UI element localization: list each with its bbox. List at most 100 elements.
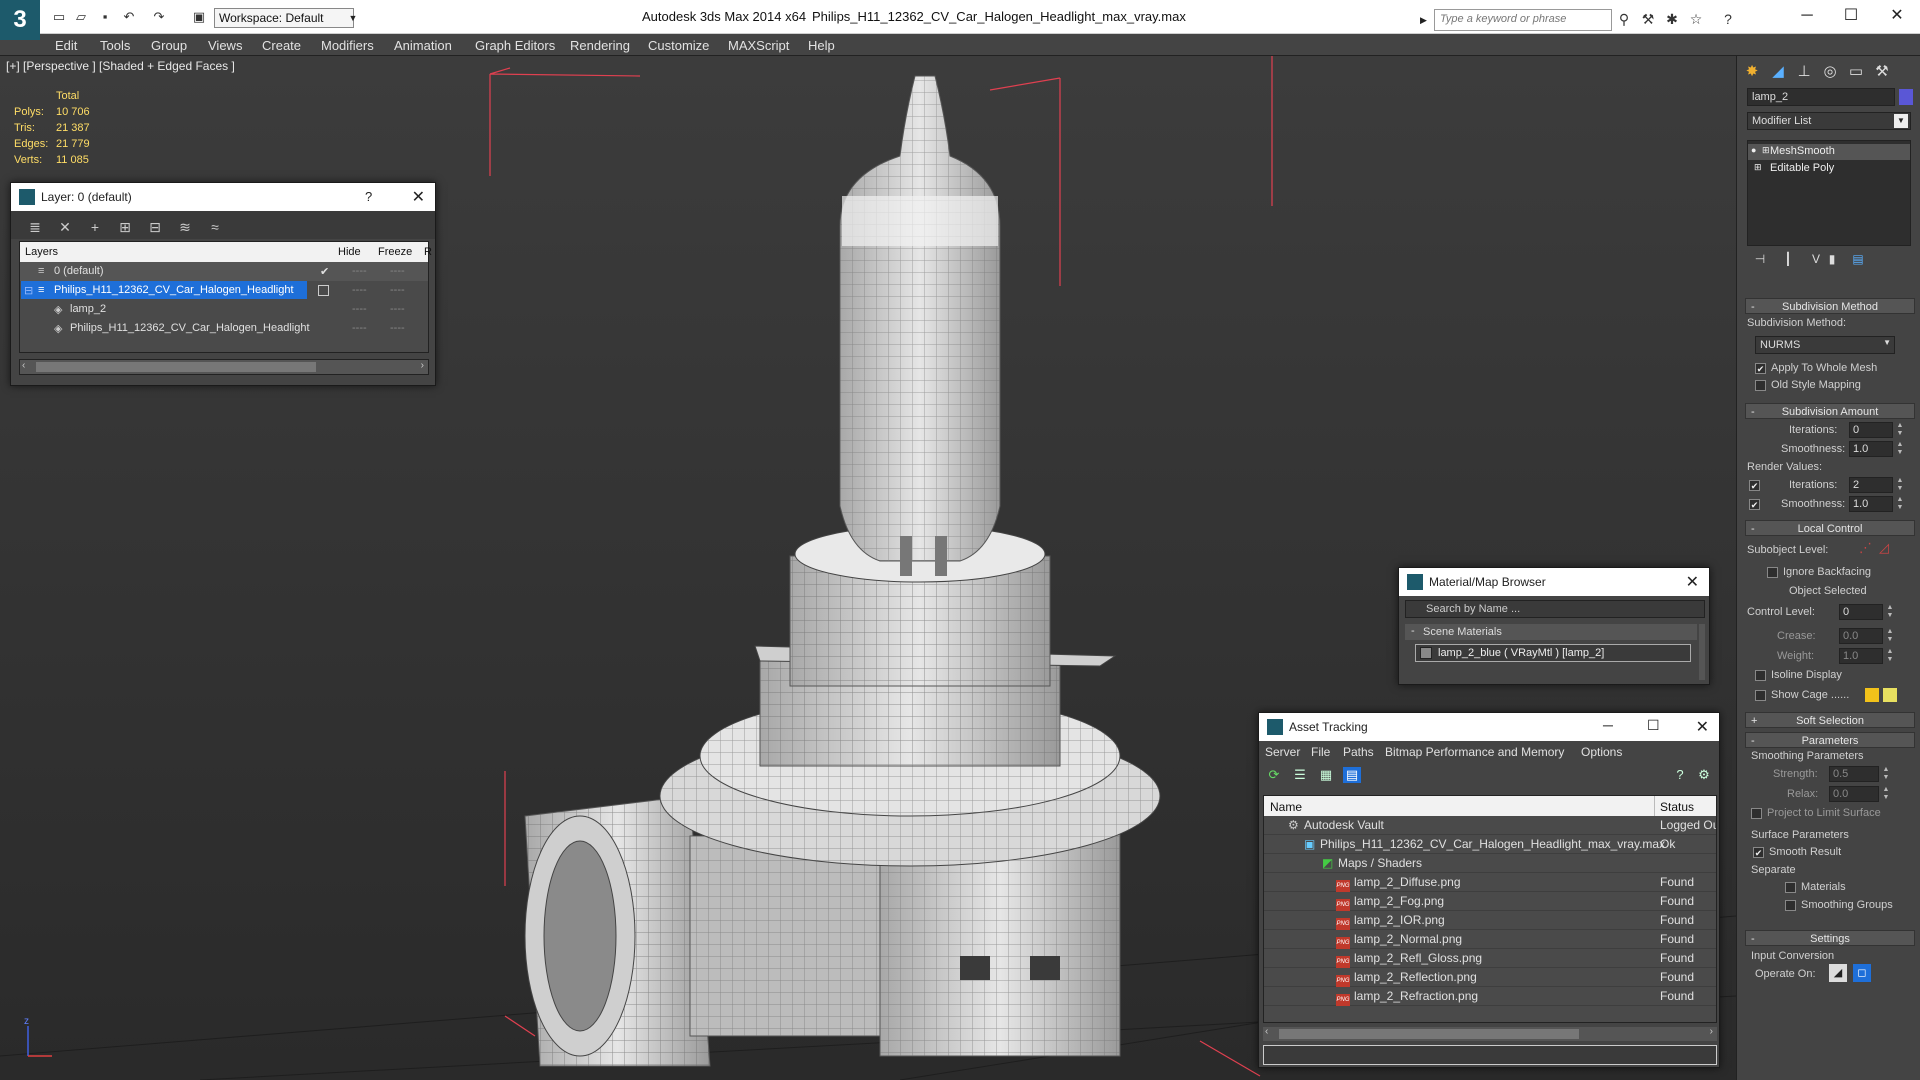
freeze-toggle[interactable]: ---- bbox=[390, 265, 405, 277]
scroll-right-icon[interactable]: › bbox=[1710, 1026, 1713, 1037]
modifier-list-dropdown[interactable]: Modifier List ▼ bbox=[1747, 112, 1911, 130]
strength-spinner[interactable]: 0.5 bbox=[1829, 766, 1879, 782]
crease-spinner[interactable]: 0.0 bbox=[1839, 628, 1883, 644]
scene-materials-group[interactable]: - Scene Materials bbox=[1405, 624, 1697, 640]
horizontal-scrollbar[interactable]: ‹ › bbox=[19, 359, 429, 375]
asset-menu-options[interactable]: Options bbox=[1581, 745, 1622, 759]
save-icon[interactable]: ▪ bbox=[96, 9, 114, 25]
spinner-arrows-icon[interactable]: ▲ ▼ bbox=[1895, 496, 1905, 512]
col-freeze[interactable]: Freeze bbox=[378, 246, 412, 258]
favorites-star-icon[interactable]: ☆ bbox=[1686, 9, 1706, 29]
remove-modifier-icon[interactable]: ▮ bbox=[1821, 252, 1843, 274]
lightbulb-icon[interactable]: ● bbox=[1751, 145, 1756, 155]
freeze-toggle[interactable]: ---- bbox=[390, 303, 405, 315]
delete-layer-icon[interactable]: ✕ bbox=[55, 219, 75, 237]
list-view-icon[interactable]: ☰ bbox=[1291, 767, 1309, 783]
render-smoothness-checkbox[interactable]: ✔ bbox=[1749, 499, 1760, 510]
binoculars-icon[interactable]: ⚲ bbox=[1614, 9, 1634, 29]
render-iterations-spinner[interactable]: 2 bbox=[1849, 477, 1893, 493]
cage-selection-color-swatch[interactable] bbox=[1883, 688, 1897, 702]
render-smoothness-spinner[interactable]: 1.0 bbox=[1849, 496, 1893, 512]
scroll-left-icon[interactable]: ‹ bbox=[1265, 1026, 1268, 1037]
chevron-down-icon[interactable]: ▼ bbox=[346, 8, 360, 28]
rollout-parameters[interactable]: - Parameters bbox=[1745, 732, 1915, 748]
hide-all-icon[interactable]: ≋ bbox=[175, 219, 195, 237]
stack-item-meshsmooth[interactable]: ● ⊞ MeshSmooth bbox=[1748, 144, 1910, 160]
layer-row[interactable]: ≡ 0 (default) ✔ ---- ---- bbox=[20, 262, 428, 281]
hide-toggle[interactable]: ---- bbox=[352, 303, 367, 315]
layer-row-selected[interactable]: ⊟ ≡ Philips_H11_12362_CV_Car_Halogen_Hea… bbox=[20, 281, 428, 300]
spinner-arrows-icon[interactable]: ▲ ▼ bbox=[1881, 766, 1891, 782]
asset-row-map[interactable]: PNG lamp_2_Normal.png Found bbox=[1264, 930, 1716, 949]
edge-level-icon[interactable]: ◿ bbox=[1879, 540, 1889, 556]
asset-row-map[interactable]: PNG lamp_2_IOR.png Found bbox=[1264, 911, 1716, 930]
menu-modifiers[interactable]: Modifiers bbox=[321, 38, 374, 53]
ignore-backfacing-checkbox[interactable] bbox=[1767, 567, 1778, 578]
close-icon[interactable]: ✕ bbox=[1880, 4, 1914, 28]
material-item[interactable]: lamp_2_blue ( VRayMtl ) [lamp_2] bbox=[1415, 644, 1691, 662]
layer-row[interactable]: ◈ lamp_2 ---- ---- bbox=[20, 300, 428, 319]
configure-sets-icon[interactable]: ▤ bbox=[1847, 252, 1869, 274]
asset-row-map[interactable]: PNG lamp_2_Diffuse.png Found bbox=[1264, 873, 1716, 892]
undo-icon[interactable]: ↶ bbox=[120, 9, 138, 25]
menu-rendering[interactable]: Rendering bbox=[570, 38, 630, 53]
chevron-down-icon[interactable]: ▼ bbox=[1883, 338, 1891, 347]
asset-row-map[interactable]: PNG lamp_2_Reflection.png Found bbox=[1264, 968, 1716, 987]
thumbnail-view-icon[interactable]: ▦ bbox=[1317, 767, 1335, 783]
select-objects-icon[interactable]: ⊞ bbox=[115, 219, 135, 237]
asset-tracking-titlebar[interactable]: Asset Tracking ─ ☐ ✕ bbox=[1259, 713, 1719, 741]
viewport-label[interactable]: [+] [Perspective ] [Shaded + Edged Faces… bbox=[6, 59, 235, 73]
rollout-soft-selection[interactable]: + Soft Selection bbox=[1745, 712, 1915, 728]
modify-tab-icon[interactable]: ◢ bbox=[1767, 62, 1789, 84]
asset-row-map[interactable]: PNG lamp_2_Fog.png Found bbox=[1264, 892, 1716, 911]
minimize-icon[interactable]: ─ bbox=[1790, 4, 1824, 28]
expand-icon[interactable]: ⊞ bbox=[1754, 162, 1762, 173]
expand-icon[interactable]: ⊞ bbox=[1762, 145, 1770, 156]
menu-group[interactable]: Group bbox=[151, 38, 187, 53]
maximize-icon[interactable]: ☐ bbox=[1834, 4, 1868, 28]
create-tab-icon[interactable]: ✸ bbox=[1741, 62, 1763, 84]
material-search-input[interactable]: Search by Name ... bbox=[1405, 600, 1705, 618]
col-status[interactable]: Status bbox=[1660, 800, 1694, 814]
redo-icon[interactable]: ↷ bbox=[150, 9, 168, 25]
asset-menu-bitmap[interactable]: Bitmap Performance and Memory bbox=[1385, 745, 1564, 759]
horizontal-scrollbar[interactable]: ‹ › bbox=[1263, 1026, 1717, 1041]
vault-settings-icon[interactable]: ⚙ bbox=[1695, 767, 1713, 783]
project-limit-checkbox[interactable] bbox=[1751, 808, 1762, 819]
asset-menu-paths[interactable]: Paths bbox=[1343, 745, 1374, 759]
rollout-subdivision-method[interactable]: - Subdivision Method bbox=[1745, 298, 1915, 314]
search-expand-icon[interactable]: ▶ bbox=[1420, 9, 1432, 31]
hide-toggle[interactable]: ---- bbox=[352, 322, 367, 334]
asset-menu-server[interactable]: Server bbox=[1265, 745, 1300, 759]
stack-item-editable-poly[interactable]: ⊞ Editable Poly bbox=[1748, 161, 1910, 177]
help-search-input[interactable]: Type a keyword or phrase bbox=[1434, 9, 1612, 31]
collapse-icon[interactable]: ⊟ bbox=[24, 284, 33, 297]
menu-create[interactable]: Create bbox=[262, 38, 301, 53]
menu-tools[interactable]: Tools bbox=[100, 38, 130, 53]
app-logo-icon[interactable]: 3 bbox=[0, 0, 40, 40]
scroll-thumb[interactable] bbox=[36, 362, 316, 372]
menu-maxscript[interactable]: MAXScript bbox=[728, 38, 789, 53]
cage-color-swatch[interactable] bbox=[1865, 688, 1879, 702]
smoothness-spinner[interactable]: 1.0 bbox=[1849, 441, 1893, 457]
utilities-tab-icon[interactable]: ⚒ bbox=[1871, 62, 1893, 84]
vertex-level-icon[interactable]: ⋰ bbox=[1859, 540, 1872, 556]
menu-views[interactable]: Views bbox=[208, 38, 242, 53]
relax-spinner[interactable]: 0.0 bbox=[1829, 786, 1879, 802]
rollout-local-control[interactable]: - Local Control bbox=[1745, 520, 1915, 536]
weight-spinner[interactable]: 1.0 bbox=[1839, 648, 1883, 664]
new-file-icon[interactable]: ▭ bbox=[50, 9, 68, 25]
asset-row-maps-folder[interactable]: ◩ Maps / Shaders bbox=[1264, 854, 1716, 873]
communication-icon[interactable]: ✱ bbox=[1662, 9, 1682, 29]
smoothing-groups-checkbox[interactable] bbox=[1785, 900, 1796, 911]
rollout-subdivision-amount[interactable]: - Subdivision Amount bbox=[1745, 403, 1915, 419]
maximize-icon[interactable]: ☐ bbox=[1647, 717, 1660, 734]
checkmark-icon[interactable]: ✔ bbox=[320, 265, 329, 278]
old-style-mapping-checkbox[interactable] bbox=[1755, 380, 1766, 391]
asset-row-map[interactable]: PNG lamp_2_Refl_Gloss.png Found bbox=[1264, 949, 1716, 968]
rollout-settings[interactable]: - Settings bbox=[1745, 930, 1915, 946]
workspace-dropdown[interactable]: Workspace: Default bbox=[214, 8, 354, 28]
scroll-thumb[interactable] bbox=[1279, 1029, 1579, 1039]
hierarchy-tab-icon[interactable]: ⊥ bbox=[1793, 62, 1815, 84]
menu-customize[interactable]: Customize bbox=[648, 38, 709, 53]
